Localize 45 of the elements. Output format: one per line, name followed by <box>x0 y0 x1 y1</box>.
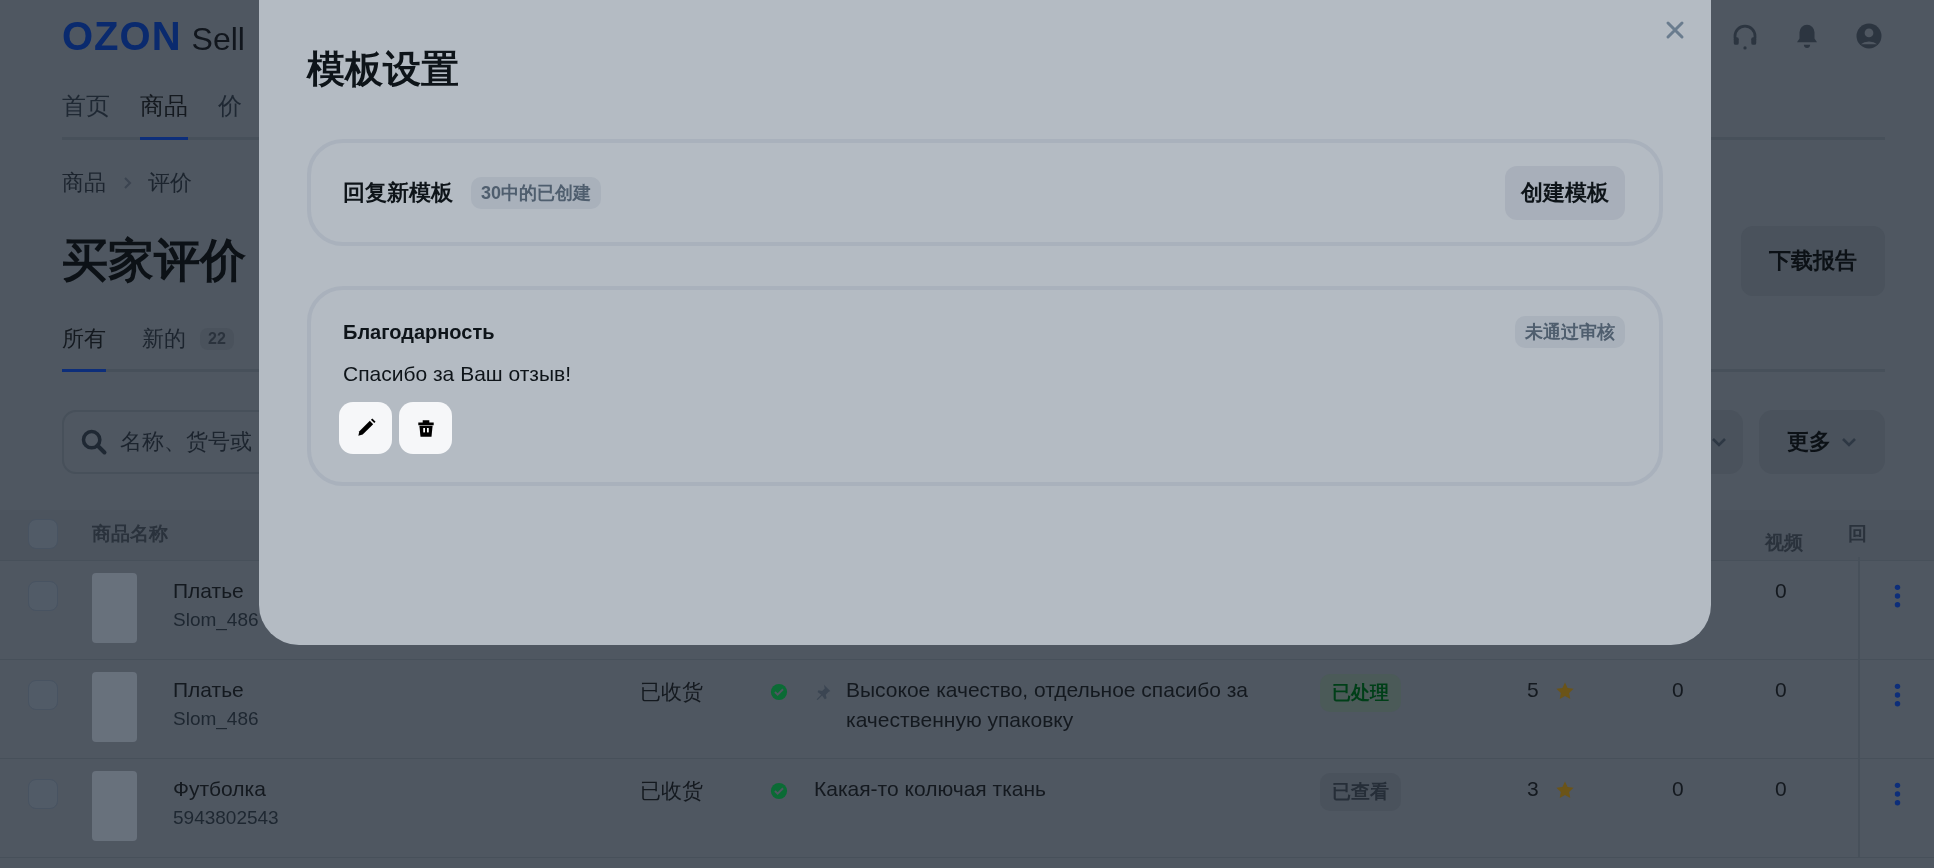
edit-button[interactable] <box>339 402 392 454</box>
check-circle-icon <box>770 683 788 701</box>
rating-value: 3 <box>1527 777 1539 801</box>
product-name[interactable]: Платье <box>173 678 640 702</box>
close-icon[interactable] <box>1665 20 1685 40</box>
dialog-title: 模板设置 <box>307 47 460 92</box>
product-name[interactable]: Футболка <box>173 777 640 801</box>
product-photo-placeholder <box>92 771 137 841</box>
star-icon <box>1554 681 1575 701</box>
video-count: 0 <box>1774 777 1788 801</box>
filter-tab[interactable]: 所有 <box>62 324 106 372</box>
create-template-button[interactable]: 创建模板 <box>1505 165 1625 220</box>
logo-suffix: Sell <box>191 20 245 58</box>
review-text[interactable]: Высокое качество, отдельное спасибо за качественную упаковку <box>846 675 1320 735</box>
more-options-icon[interactable] <box>1893 781 1901 807</box>
product-photo-placeholder <box>92 573 137 643</box>
order-status: 已收货 <box>640 679 704 705</box>
order-status: 已收货 <box>640 778 704 804</box>
check-circle-icon <box>770 782 788 800</box>
chevron-down-icon <box>1841 437 1857 447</box>
product-photo-placeholder <box>92 672 137 742</box>
page-title: 买家评价 <box>62 233 246 288</box>
moderation-status-badge: 未通过审核 <box>1515 316 1625 348</box>
search-icon <box>80 428 108 456</box>
table-cell-text: 0 <box>1671 678 1685 702</box>
user-avatar-icon[interactable] <box>1854 21 1884 51</box>
download-report-button[interactable]: 下载报告 <box>1741 226 1885 296</box>
rating-value: 5 <box>1527 678 1539 702</box>
template-name: Благодарность <box>343 320 495 344</box>
review-text[interactable]: Какая-то колючая ткань <box>814 774 1046 804</box>
review-status-badge: 已处理 <box>1320 674 1401 712</box>
nav-tab[interactable]: 商品 <box>140 90 188 140</box>
video-count: 0 <box>1774 579 1788 603</box>
more-button[interactable]: 更多 <box>1759 410 1885 474</box>
tab-label: 所有 <box>62 325 106 353</box>
template-text: Спасибо за Ваш отзыв! <box>343 362 573 386</box>
more-options-icon[interactable] <box>1893 682 1901 708</box>
table-cell-text: 0 <box>1671 777 1685 801</box>
video-count: 0 <box>1774 678 1788 702</box>
logo-text: OZON <box>62 13 182 59</box>
more-options-icon[interactable] <box>1893 583 1901 609</box>
new-template-label: 回复新模板 <box>343 178 453 207</box>
delete-button[interactable] <box>399 402 452 454</box>
template-counter-badge: 30中的已创建 <box>471 176 602 209</box>
star-icon <box>1554 780 1575 800</box>
